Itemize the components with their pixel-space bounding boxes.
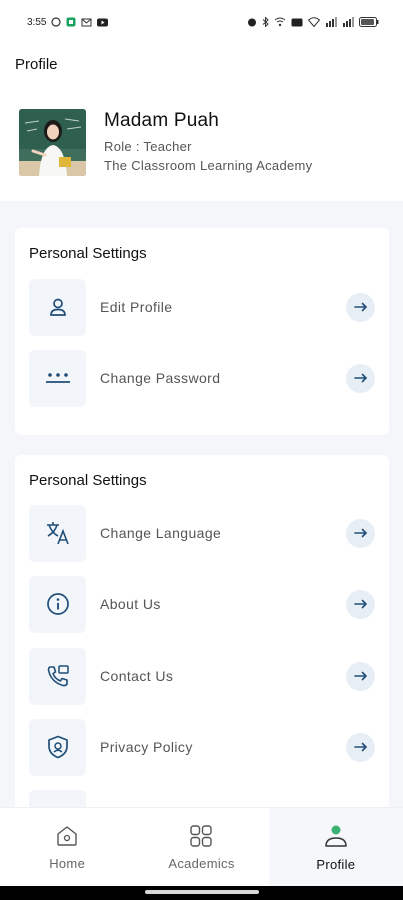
nav-profile[interactable]: Profile — [268, 808, 403, 886]
app-bar: Profile — [0, 44, 403, 84]
user-icon — [29, 278, 86, 336]
gesture-bar — [0, 886, 403, 900]
alarm-icon — [248, 18, 256, 27]
profile-header: Madam Puah Role : Teacher The Classroom … — [0, 84, 403, 201]
arrow-right-icon[interactable] — [346, 363, 375, 393]
status-time: 3:55 — [27, 16, 47, 28]
section-title: Personal Settings — [29, 472, 147, 489]
arrow-right-icon[interactable] — [346, 732, 375, 762]
hd-icon — [291, 18, 303, 26]
privacy-policy-row[interactable]: Privacy Policy — [29, 718, 375, 776]
bottom-nav: Home Academics Profile — [0, 807, 403, 886]
translate-icon — [29, 504, 86, 562]
youtube-icon — [97, 18, 109, 26]
whatsapp-icon — [51, 17, 62, 27]
signal-icon — [343, 17, 354, 27]
app-settings-card: Personal Settings Change Language About … — [15, 455, 389, 815]
profile-icon — [325, 825, 347, 847]
change-language-label: Change Language — [100, 525, 222, 541]
nav-academics[interactable]: Academics — [134, 808, 268, 886]
contact-us-row[interactable]: Contact Us — [29, 647, 375, 705]
change-password-row[interactable]: Change Password — [29, 349, 375, 407]
edit-profile-row[interactable]: Edit Profile — [29, 278, 375, 336]
arrow-right-icon[interactable] — [346, 661, 375, 691]
arrow-right-icon[interactable] — [346, 518, 375, 548]
nav-profile-label: Profile — [316, 856, 356, 872]
nav-academics-label: Academics — [168, 855, 235, 871]
change-password-label: Change Password — [100, 370, 221, 386]
privacy-policy-label: Privacy Policy — [100, 739, 193, 755]
status-bar: 3:55 — [0, 0, 403, 44]
battery-icon — [359, 17, 379, 27]
page-title: Profile — [15, 55, 58, 73]
password-icon — [29, 349, 86, 407]
edit-profile-label: Edit Profile — [100, 299, 173, 315]
vowifi-icon — [274, 17, 286, 27]
info-icon — [29, 575, 86, 633]
shield-icon — [29, 718, 86, 776]
personal-settings-card: Personal Settings Edit Profile Change Pa… — [15, 228, 389, 435]
mail-icon — [81, 18, 92, 26]
change-language-row[interactable]: Change Language — [29, 504, 375, 562]
section-title: Personal Settings — [29, 245, 147, 262]
about-us-row[interactable]: About Us — [29, 575, 375, 633]
about-us-label: About Us — [100, 596, 161, 612]
signal-icon — [326, 17, 337, 27]
gesture-pill[interactable] — [145, 890, 259, 894]
wifi-icon — [308, 17, 320, 27]
app-badge-icon — [66, 17, 76, 27]
grid-icon — [190, 824, 213, 847]
nav-home-label: Home — [49, 855, 86, 871]
contact-us-label: Contact Us — [100, 668, 174, 684]
profile-role: Role : Teacher — [104, 139, 192, 154]
profile-info: Madam Puah Role : Teacher The Classroom … — [104, 110, 312, 175]
avatar — [19, 109, 86, 176]
profile-school: The Classroom Learning Academy — [104, 158, 313, 173]
nav-home[interactable]: Home — [0, 808, 134, 886]
phone-icon — [29, 647, 86, 705]
arrow-right-icon[interactable] — [346, 292, 375, 322]
screen: 3:55 Profile Madam Puah Role: Teacher T… — [0, 0, 403, 886]
profile-name: Madam Puah — [104, 110, 220, 131]
home-icon — [57, 825, 77, 846]
arrow-right-icon[interactable] — [346, 589, 375, 619]
bluetooth-icon — [262, 17, 269, 27]
